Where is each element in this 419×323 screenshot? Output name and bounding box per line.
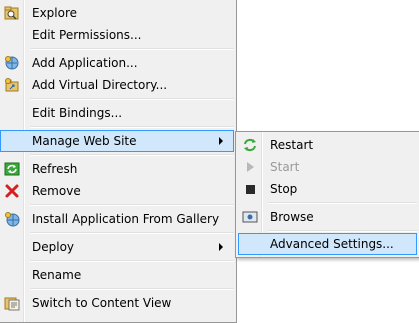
- menu-item-label: Edit Bindings...: [32, 106, 123, 120]
- menu-item-edit-permissions[interactable]: Edit Permissions...: [0, 24, 234, 46]
- submenu-arrow-icon: [219, 137, 223, 145]
- menu-item-label: Rename: [32, 268, 82, 282]
- menu-separator: [268, 202, 417, 204]
- menu-item-remove[interactable]: Remove: [0, 180, 234, 202]
- menu-item-add-application[interactable]: Add Application...: [0, 52, 234, 74]
- menu-separator: [30, 288, 234, 290]
- menu-item-add-virtual-directory[interactable]: Add Virtual Directory...: [0, 74, 234, 96]
- menu-item-label: Deploy: [32, 240, 75, 254]
- menu-separator: [30, 98, 234, 100]
- menu-item-label: Explore: [32, 6, 78, 20]
- manage-web-site-submenu: Restart Start Stop Browse Advanced Setti…: [235, 131, 419, 258]
- submenu-item-browse[interactable]: Browse: [238, 206, 417, 228]
- menu-item-explore[interactable]: Explore: [0, 2, 234, 24]
- menu-item-label: Stop: [270, 182, 298, 196]
- menu-separator: [30, 260, 234, 262]
- menu-item-label: Install Application From Gallery: [32, 212, 220, 226]
- menu-item-rename[interactable]: Rename: [0, 264, 234, 286]
- menu-item-label: Edit Permissions...: [32, 28, 142, 42]
- menu-item-refresh[interactable]: Refresh: [0, 158, 234, 180]
- content-view-icon: [4, 295, 20, 311]
- submenu-arrow-icon: [219, 243, 223, 251]
- menu-separator: [30, 154, 234, 156]
- add-virtual-directory-icon: [4, 77, 20, 93]
- menu-item-edit-bindings[interactable]: Edit Bindings...: [0, 102, 234, 124]
- menu-item-label: Add Application...: [32, 56, 138, 70]
- menu-item-label: Start: [270, 160, 300, 174]
- menu-item-install-from-gallery[interactable]: Install Application From Gallery: [0, 208, 234, 230]
- browse-icon: [242, 209, 258, 225]
- submenu-item-stop[interactable]: Stop: [238, 178, 417, 200]
- menu-item-switch-content-view[interactable]: Switch to Content View: [0, 292, 234, 314]
- add-application-icon: [4, 55, 20, 71]
- menu-item-label: Remove: [32, 184, 81, 198]
- start-icon: [242, 159, 258, 175]
- menu-separator: [30, 204, 234, 206]
- menu-item-label: Manage Web Site: [32, 134, 137, 148]
- menu-item-deploy[interactable]: Deploy: [0, 236, 234, 258]
- menu-item-manage-web-site[interactable]: Manage Web Site: [0, 130, 234, 152]
- context-menu: Explore Edit Permissions... Add Applicat…: [0, 0, 237, 323]
- refresh-icon: [4, 161, 20, 177]
- menu-item-label: Advanced Settings...: [270, 237, 394, 251]
- remove-icon: [4, 183, 20, 199]
- menu-item-label: Restart: [270, 138, 314, 152]
- submenu-item-advanced-settings[interactable]: Advanced Settings...: [238, 233, 417, 255]
- restart-icon: [242, 137, 258, 153]
- menu-separator: [30, 48, 234, 50]
- menu-separator: [30, 232, 234, 234]
- menu-item-label: Add Virtual Directory...: [32, 78, 168, 92]
- submenu-item-start[interactable]: Start: [238, 156, 417, 178]
- menu-separator: [30, 126, 234, 128]
- menu-item-label: Switch to Content View: [32, 296, 172, 310]
- gallery-icon: [4, 211, 20, 227]
- menu-item-label: Browse: [270, 210, 314, 224]
- stop-icon: [242, 181, 258, 197]
- menu-item-label: Refresh: [32, 162, 78, 176]
- menu-separator: [268, 230, 417, 232]
- submenu-item-restart[interactable]: Restart: [238, 134, 417, 156]
- folder-search-icon: [4, 5, 20, 21]
